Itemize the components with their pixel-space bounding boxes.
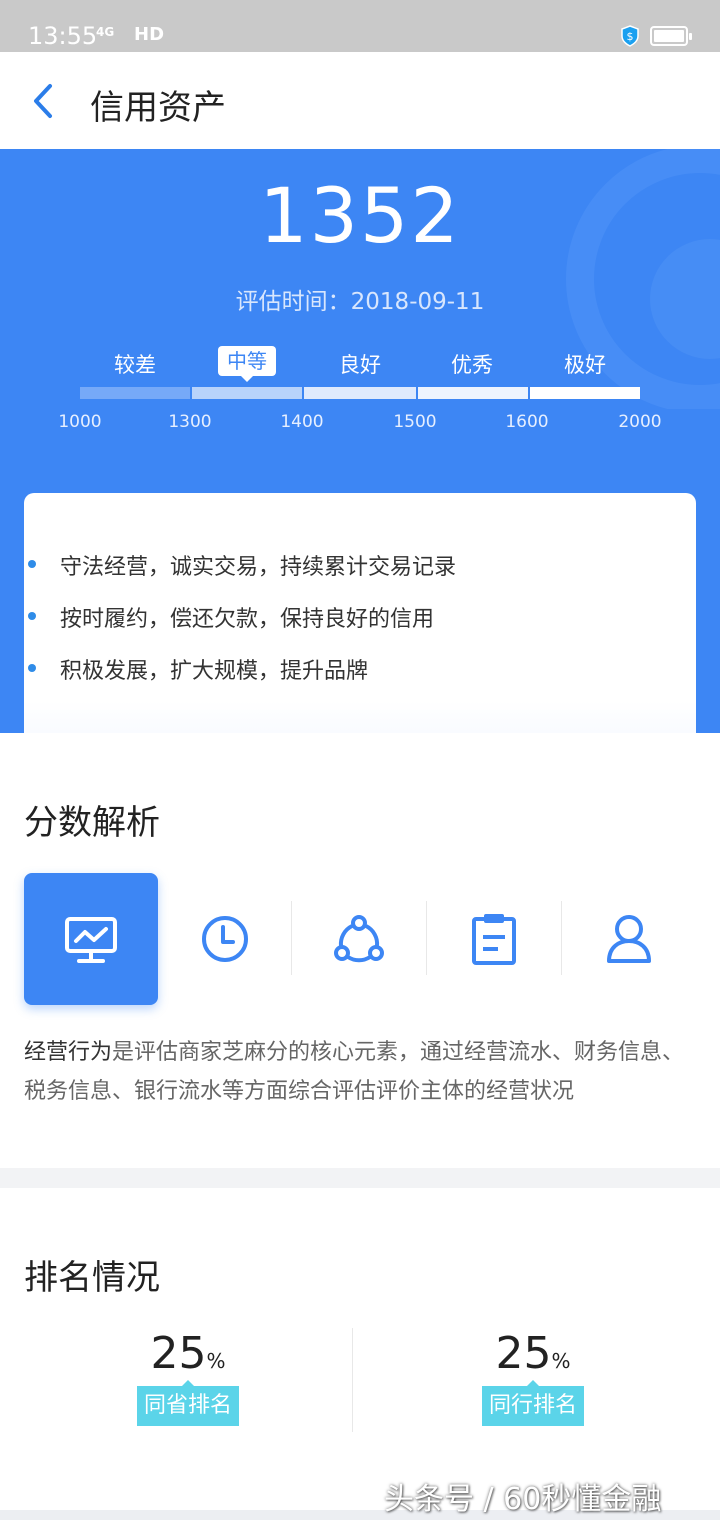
clipboard-icon bbox=[472, 914, 516, 965]
desc-text: 是评估商家芝麻分的核心元素，通过经营流水、财务信息、税务信息、银行流水等方面综合… bbox=[24, 1040, 685, 1104]
score-hero: 1352 评估时间：2018-09-11 较差 中等 良好 优秀 极好 1000… bbox=[0, 149, 720, 733]
level-bar-outstanding bbox=[530, 387, 640, 399]
network-hd-indicator: HD bbox=[134, 24, 165, 45]
signal-indicator: 4G bbox=[96, 25, 115, 39]
tip-item: 按时履约，偿还欠款，保持良好的信用 bbox=[27, 601, 435, 633]
tab-identity[interactable] bbox=[562, 873, 696, 1005]
rank-badge: 同省排名 bbox=[136, 1380, 239, 1426]
analysis-description: 经营行为是评估商家芝麻分的核心元素，通过经营流水、财务信息、税务信息、银行流水等… bbox=[24, 1033, 696, 1111]
rank-badge: 同行排名 bbox=[481, 1380, 584, 1426]
rank-value: 25 bbox=[150, 1328, 207, 1379]
clock-icon bbox=[202, 916, 248, 962]
battery-icon bbox=[650, 26, 692, 46]
level-bar-excellent bbox=[418, 387, 528, 399]
person-icon bbox=[607, 915, 651, 963]
section-title: 分数解析 bbox=[24, 803, 160, 843]
rank-divider bbox=[352, 1328, 353, 1432]
presentation-chart-icon bbox=[65, 917, 117, 963]
level-label-excellent: 优秀 bbox=[451, 353, 493, 377]
back-button[interactable] bbox=[26, 76, 66, 126]
desc-highlight: 经营行为 bbox=[24, 1040, 113, 1065]
tick-label: 2000 bbox=[618, 412, 662, 432]
score-analysis-section: 分数解析 经营行为是评估商家芝麻分的核心元素，通过经营流水、财务信息、税务信息、… bbox=[0, 733, 720, 1168]
tip-text: 按时履约，偿还欠款，保持良好的信用 bbox=[60, 607, 435, 632]
eval-date-value: 2018-09-11 bbox=[350, 289, 485, 315]
tab-performance[interactable] bbox=[427, 873, 561, 1005]
level-bar-good bbox=[304, 387, 416, 399]
level-label-medium-active: 中等 bbox=[218, 346, 276, 382]
rank-unit: % bbox=[206, 1349, 226, 1373]
tip-text: 守法经营，诚实交易，持续累计交易记录 bbox=[60, 555, 457, 580]
tick-label: 1600 bbox=[505, 412, 549, 432]
credit-score: 1352 bbox=[259, 171, 461, 260]
rank-unit: % bbox=[551, 1349, 571, 1373]
tab-relationships[interactable] bbox=[292, 873, 426, 1005]
chevron-left-icon bbox=[34, 84, 52, 118]
nav-bar: 信用资产 bbox=[0, 52, 720, 149]
tip-item: 积极发展，扩大规模，提升品牌 bbox=[27, 653, 369, 685]
tick-label: 1000 bbox=[58, 412, 102, 432]
status-time: 13:55 bbox=[28, 22, 98, 50]
page-title: 信用资产 bbox=[90, 88, 226, 128]
rank-industry: 25% 同行排名 bbox=[433, 1328, 633, 1426]
ranking-section: 排名情况 25% 同省排名 25% 同行排名 bbox=[0, 1188, 720, 1520]
rank-value: 25 bbox=[495, 1328, 552, 1379]
status-bar: 13:55 4G HD $ bbox=[0, 0, 720, 52]
section-title: 排名情况 bbox=[24, 1258, 160, 1298]
level-label-outstanding: 极好 bbox=[564, 353, 606, 377]
level-label-poor: 较差 bbox=[114, 353, 156, 377]
level-bar-medium bbox=[192, 387, 302, 399]
tick-label: 1500 bbox=[393, 412, 437, 432]
svg-text:$: $ bbox=[627, 30, 634, 43]
shield-icon: $ bbox=[621, 25, 639, 47]
tip-text: 积极发展，扩大规模，提升品牌 bbox=[60, 659, 369, 684]
tips-card: 守法经营，诚实交易，持续累计交易记录 按时履约，偿还欠款，保持良好的信用 积极发… bbox=[24, 493, 696, 733]
tip-item: 守法经营，诚实交易，持续累计交易记录 bbox=[27, 549, 457, 581]
tick-label: 1300 bbox=[168, 412, 212, 432]
eval-label: 评估时间： bbox=[235, 289, 351, 315]
tab-credit-history[interactable] bbox=[158, 873, 292, 1005]
tab-business-behavior[interactable] bbox=[24, 873, 158, 1005]
network-share-icon bbox=[334, 915, 384, 963]
watermark: 头条号 / 60秒懂金融 bbox=[384, 1482, 662, 1517]
rank-province: 25% 同省排名 bbox=[88, 1328, 288, 1426]
level-bar-poor bbox=[80, 387, 190, 399]
level-label-good: 良好 bbox=[339, 353, 381, 377]
tick-label: 1400 bbox=[280, 412, 324, 432]
evaluation-date: 评估时间：2018-09-11 bbox=[0, 282, 720, 316]
